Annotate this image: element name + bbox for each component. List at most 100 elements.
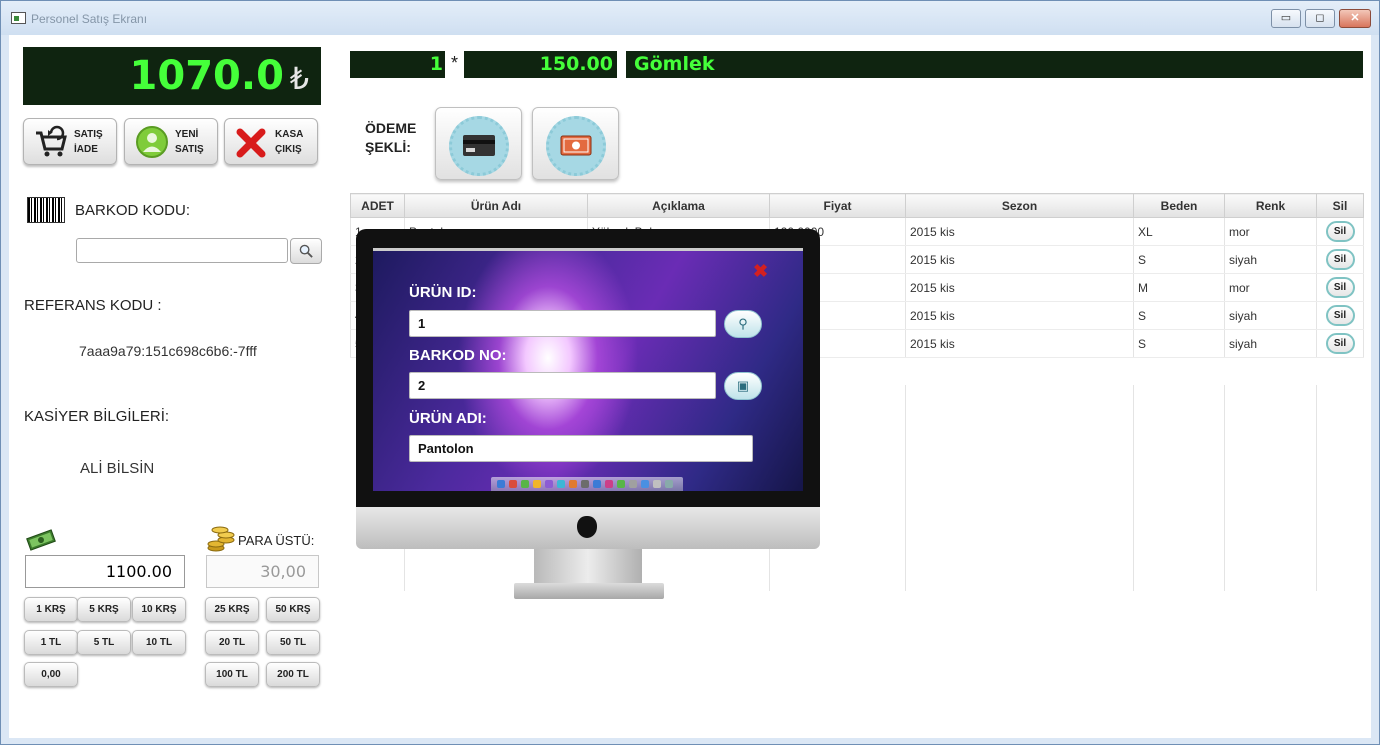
- cashier-name: ALİ BİLSİN: [80, 460, 155, 477]
- coin-button-10-tl[interactable]: 10 TL: [132, 630, 186, 655]
- barcode-input[interactable]: [76, 238, 288, 263]
- cell-sil: Sil: [1316, 301, 1364, 330]
- product-dialog: ✖ ÜRÜN ID: 1 ⚲ BARKOD NO: 2 ▣ ÜRÜN ADI: …: [356, 229, 820, 599]
- note-button-100-tl[interactable]: 100 TL: [205, 662, 259, 687]
- credit-card-badge: [449, 116, 509, 176]
- delete-row-button[interactable]: Sil: [1325, 305, 1355, 326]
- column-divider: [1316, 385, 1317, 591]
- dialog-screen: ✖ ÜRÜN ID: 1 ⚲ BARKOD NO: 2 ▣ ÜRÜN ADI: …: [373, 248, 803, 491]
- product-id-label: ÜRÜN ID:: [409, 284, 477, 301]
- payment-label-line1: ÖDEME: [365, 120, 417, 136]
- stand-foot: [514, 583, 664, 599]
- product-search-button[interactable]: ⚲: [724, 310, 762, 338]
- column-header-urun-adi[interactable]: Ürün Adı: [404, 193, 588, 218]
- coin-button-50-krs[interactable]: 50 KRŞ: [266, 597, 320, 622]
- coin-button-1-krs[interactable]: 1 KRŞ: [24, 597, 78, 622]
- note-button-50-tl[interactable]: 50 TL: [266, 630, 320, 655]
- cell-beden: S: [1133, 329, 1225, 358]
- cart-return-icon: [36, 125, 67, 157]
- money-icon: [26, 529, 56, 551]
- column-divider: [1224, 385, 1225, 591]
- delete-row-button[interactable]: Sil: [1325, 333, 1355, 354]
- cell-renk: siyah: [1224, 301, 1317, 330]
- column-header-renk[interactable]: Renk: [1224, 193, 1317, 218]
- coin-button-5-tl[interactable]: 5 TL: [77, 630, 131, 655]
- total-display: 1070.0 ₺: [23, 47, 321, 105]
- delete-row-button[interactable]: Sil: [1325, 221, 1355, 242]
- payment-label-line2: ŞEKLİ:: [365, 139, 411, 155]
- coins-icon: [207, 526, 235, 552]
- search-icon: [299, 244, 313, 258]
- column-header-adet[interactable]: ADET: [350, 193, 405, 218]
- change-amount-field: 30,00: [206, 555, 319, 588]
- banknote-icon: [560, 135, 592, 156]
- unit-price-display: 150.00: [464, 51, 617, 78]
- barcode-no-field[interactable]: 2: [409, 372, 716, 399]
- reference-label: REFERANS KODU :: [24, 297, 162, 314]
- reset-amount-button[interactable]: 0,00: [24, 662, 78, 687]
- product-save-button[interactable]: ▣: [724, 372, 762, 400]
- cash-payment-badge: [546, 116, 606, 176]
- change-label: PARA ÜSTÜ:: [238, 533, 315, 548]
- window-title: Personel Satış Ekranı: [31, 12, 148, 26]
- product-name-display: Gömlek: [626, 51, 1363, 78]
- app-icon: [11, 12, 26, 24]
- credit-card-button[interactable]: [435, 107, 522, 180]
- sale-return-button[interactable]: SATIŞ İADE: [23, 118, 117, 165]
- credit-card-icon: [463, 135, 495, 156]
- reference-value: 7aaa9a79:151c698c6b6:-7fff: [79, 343, 257, 359]
- paid-amount-field[interactable]: 1100.00: [25, 555, 185, 588]
- column-header-aciklama[interactable]: Açıklama: [587, 193, 770, 218]
- cell-renk: siyah: [1224, 245, 1317, 274]
- maximize-button[interactable]: ◻: [1305, 9, 1335, 28]
- cell-beden: S: [1133, 301, 1225, 330]
- main-panel: 1070.0 ₺ 1 * 150.00 Gömlek SATIŞ İADE YEN…: [9, 35, 1371, 738]
- product-name-label: ÜRÜN ADI:: [409, 410, 487, 427]
- search-icon: ⚲: [738, 316, 748, 331]
- dialog-close-button[interactable]: ✖: [753, 261, 768, 282]
- column-header-sil[interactable]: Sil: [1316, 193, 1364, 218]
- cash-payment-button[interactable]: [532, 107, 619, 180]
- cell-beden: XL: [1133, 217, 1225, 246]
- cell-sezon: 2015 kis: [905, 273, 1134, 302]
- note-button-200-tl[interactable]: 200 TL: [266, 662, 320, 687]
- cash-exit-label: KASA ÇIKIŞ: [275, 129, 303, 155]
- barcode-icon: [27, 197, 65, 223]
- close-button[interactable]: ✕: [1339, 9, 1371, 28]
- delete-row-button[interactable]: Sil: [1325, 249, 1355, 270]
- cash-exit-button[interactable]: KASA ÇIKIŞ: [224, 118, 318, 165]
- product-name-field[interactable]: Pantolon: [409, 435, 753, 462]
- close-x-icon: [236, 128, 266, 158]
- sale-return-label: SATIŞ İADE: [74, 129, 103, 155]
- new-sale-icon: [136, 126, 168, 158]
- cell-beden: S: [1133, 245, 1225, 274]
- coin-button-1-tl[interactable]: 1 TL: [24, 630, 78, 655]
- cell-renk: mor: [1224, 273, 1317, 302]
- cell-sezon: 2015 kis: [905, 217, 1134, 246]
- coin-button-5-krs[interactable]: 5 KRŞ: [77, 597, 131, 622]
- new-sale-button[interactable]: YENİ SATIŞ: [124, 118, 218, 165]
- column-divider: [1133, 385, 1134, 591]
- delete-row-button[interactable]: Sil: [1325, 277, 1355, 298]
- cell-sil: Sil: [1316, 329, 1364, 358]
- coin-button-10-krs[interactable]: 10 KRŞ: [132, 597, 186, 622]
- cell-sezon: 2015 kis: [905, 301, 1134, 330]
- minimize-button[interactable]: ▭: [1271, 9, 1301, 28]
- column-header-sezon[interactable]: Sezon: [905, 193, 1134, 218]
- app-window: Personel Satış Ekranı ▭ ◻ ✕ 1070.0 ₺ 1 * …: [0, 0, 1380, 745]
- new-sale-label: YENİ SATIŞ: [175, 129, 204, 155]
- coin-button-25-krs[interactable]: 25 KRŞ: [205, 597, 259, 622]
- cell-sil: Sil: [1316, 245, 1364, 274]
- screen-menubar: [373, 248, 803, 251]
- barcode-search-button[interactable]: [290, 238, 322, 264]
- column-header-beden[interactable]: Beden: [1133, 193, 1225, 218]
- product-id-field[interactable]: 1: [409, 310, 716, 337]
- payment-method-label: ÖDEME ŞEKLİ:: [365, 119, 416, 157]
- barcode-label: BARKOD KODU:: [75, 202, 191, 219]
- barcode-no-label: BARKOD NO:: [409, 347, 507, 364]
- dialog-bezel: ✖ ÜRÜN ID: 1 ⚲ BARKOD NO: 2 ▣ ÜRÜN ADI: …: [356, 229, 820, 507]
- note-button-20-tl[interactable]: 20 TL: [205, 630, 259, 655]
- column-header-fiyat[interactable]: Fiyat: [769, 193, 906, 218]
- total-amount: 1070.0: [129, 53, 284, 99]
- cell-renk: siyah: [1224, 329, 1317, 358]
